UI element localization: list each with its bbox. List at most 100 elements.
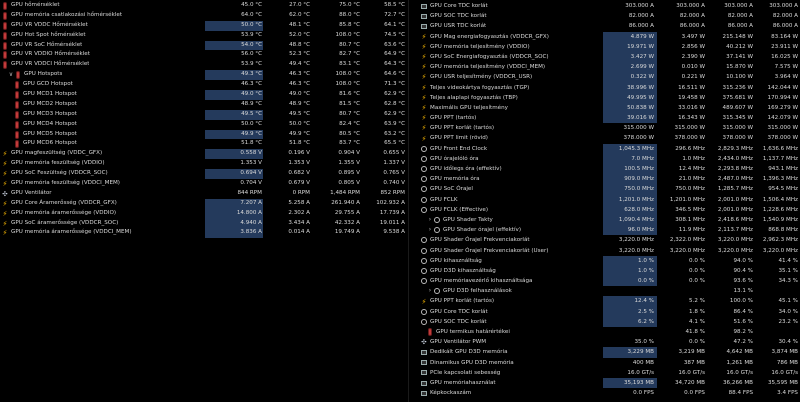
- sensor-row[interactable]: ∨ GPU Hotspots 49.3 °C 46.3 °C 108.0 °C 64.6 …: [0, 70, 408, 81]
- sensor-name: GPU USR teljesítmény (VDDCR_USR): [430, 74, 533, 81]
- max-value: 51.6 %: [733, 318, 753, 325]
- sensor-row[interactable]: GPU USR TDC korlát 86.000 A 86.000 A 86.000…: [419, 21, 800, 31]
- current-value: 7.0 MHz: [631, 155, 654, 162]
- sensor-row[interactable]: GPU GCD Hotspot 46.3 °C 46.3 °C 108.0 °C 71.…: [0, 80, 408, 90]
- sensor-row[interactable]: Képkockaszám 0.0 FPS 0.0 FPS 88.4 FPS 3.4 FP…: [419, 388, 800, 398]
- sensor-row[interactable]: ⚡ GPU USR teljesítmény (VDDCR_USR) 0.322 W…: [419, 72, 800, 83]
- chevron-right-icon[interactable]: ›: [427, 217, 433, 223]
- sensor-row[interactable]: ⚡ GPU magfeszültség (VDDC_GFX) 0.558 V 0.19…: [0, 149, 408, 160]
- sensor-row[interactable]: ✣ GPU Ventilátor 844 RPM 0 RPM 1,484 RPM 852 …: [0, 189, 408, 199]
- sensor-row[interactable]: ⚡ GPU memória feszültség (VDDCI_MEM) 0.704…: [0, 179, 408, 189]
- sensor-row[interactable]: › GPU Shader órajel (effektív) 96.0 MHz 11.…: [419, 225, 800, 236]
- sensor-row[interactable]: ⚡ GPU memória teljesítmény (VDDCI_MEM) 2.6…: [419, 62, 800, 73]
- sensor-row[interactable]: GPU VR SoC Hőmérséklet 54.0 °C 48.8 °C 80.7…: [0, 40, 408, 51]
- sensor-row[interactable]: GPU MCD6 Hotspot 51.8 °C 51.8 °C 83.7 °C 65.…: [0, 139, 408, 149]
- sensor-row[interactable]: Dedikált GPU D3D memória 3,229 MB 3,219 MB…: [419, 347, 800, 358]
- sensor-row[interactable]: GPU hőmérséklet 45.0 °C 27.0 °C 75.0 °C 58.5…: [0, 1, 408, 11]
- thermometer-icon: [427, 329, 433, 336]
- sensor-row[interactable]: GPU Shader Órajel Frekvenciakorlát 3,220.…: [419, 235, 800, 245]
- current-value: 0.704 V: [240, 180, 262, 187]
- sensor-row[interactable]: GPU memóriavezérlő kihasználtsága 0.0 % 0.…: [419, 276, 800, 287]
- sensor-row[interactable]: ⚡ GPU PPT korlát (tartós) 315.000 W 315.000…: [419, 123, 800, 133]
- sensor-row[interactable]: ⚡ Teljes videokártya fogyasztás (TGP) 38.9…: [419, 82, 800, 93]
- sensor-row[interactable]: ⚡ GPU Core Áramerősség (VDDCR_GFX) 7.207 A…: [0, 198, 408, 209]
- sensor-row[interactable]: GPU SOC TDC korlát 82.000 A 82.000 A 82.000…: [419, 11, 800, 21]
- sensor-row[interactable]: GPU memória óra 909.0 MHz 21.0 MHz 2,487.0 …: [419, 174, 800, 185]
- sensor-row[interactable]: GPU VR VDDIO Hőmérséklet 56.0 °C 52.3 °C 82…: [0, 50, 408, 60]
- avg-value: 64.6 °C: [384, 71, 405, 78]
- sensor-row[interactable]: ⚡ GPU PPT korlát (tartós) 12.4 % 5.2 % 100.0…: [419, 296, 800, 307]
- avg-value: 71.3 °C: [384, 81, 405, 88]
- sensor-row[interactable]: ⚡ GPU memória teljesítmény (VDDIO) 19.971 …: [419, 41, 800, 52]
- sensor-row[interactable]: GPU órajelóló óra 7.0 MHz 1.0 MHz 2,434.0 M…: [419, 153, 800, 164]
- sensor-name: GPU MCD4 Hotspot: [23, 120, 77, 127]
- sensor-row[interactable]: GPU Core TDC korlát 303.000 A 303.000 A 303…: [419, 1, 800, 11]
- sensor-row[interactable]: ⚡ GPU memória áramerőssége (VDDIO) 14.800 …: [0, 208, 408, 219]
- left-sensor-table[interactable]: GPU hőmérséklet 45.0 °C 27.0 °C 75.0 °C 58.5…: [0, 0, 408, 402]
- avg-value: 62.9 °C: [384, 110, 405, 117]
- sensor-name: Teljes alaplapi fogyasztás (TBP): [430, 94, 518, 101]
- sensor-row[interactable]: ✣ GPU Ventilátor PWM 35.0 % 0.0 % 47.2 % 30.4…: [419, 337, 800, 347]
- sensor-row[interactable]: GPU FCLK 1,201.0 MHz 1,201.0 MHz 2,001.0 MH…: [419, 194, 800, 205]
- sensor-row[interactable]: GPU MCD5 Hotspot 49.9 °C 49.9 °C 80.5 °C 63.…: [0, 129, 408, 140]
- sensor-row[interactable]: ⚡ GPU PPT limit (rövid) 378.000 W 378.000 W…: [419, 133, 800, 143]
- sensor-row[interactable]: GPU SoC Órajel 750.0 MHz 750.0 MHz 1,285.7 …: [419, 184, 800, 195]
- clock-icon: [421, 206, 427, 213]
- sensor-row[interactable]: GPU VR VDDCI Hőmérséklet 53.9 °C 49.4 °C 83…: [0, 60, 408, 70]
- sensor-row[interactable]: › GPU D3D felhasználások 13.1 %: [419, 286, 800, 296]
- sensor-row[interactable]: GPU időlegs óra (effektív) 100.5 MHz 12.4 …: [419, 164, 800, 175]
- min-value: 750.0 MHz: [675, 186, 705, 193]
- right-sensor-table[interactable]: GPU Core TDC korlát 303.000 A 303.000 A 303…: [419, 0, 800, 402]
- sensor-row[interactable]: GPU kihasználtság 1.0 % 0.0 % 94.0 % 41.4 %: [419, 255, 800, 266]
- sensor-row[interactable]: ⚡ Maximális GPU teljesítmény 50.838 W 33.01…: [419, 102, 800, 114]
- sensor-name: Képkockaszám: [430, 390, 472, 397]
- sensor-row[interactable]: GPU MCD2 Hotspot 48.9 °C 48.9 °C 81.5 °C 62.…: [0, 100, 408, 110]
- thermometer-icon: [14, 101, 20, 108]
- lightning-icon: ⚡: [421, 297, 427, 306]
- avg-value: 3,874 MB: [771, 349, 798, 356]
- max-value: 489.607 W: [722, 104, 753, 111]
- sensor-row[interactable]: ⚡ Teljes alaplapi fogyasztás (TBP) 49.995 …: [419, 92, 800, 103]
- sensor-row[interactable]: GPU Hot Spot hőmérséklet 53.9 °C 52.0 °C 10…: [0, 31, 408, 41]
- sensor-row[interactable]: GPU Front End Clock 1,045.3 MHz 296.6 MHz 2…: [419, 143, 800, 154]
- clock-icon: [421, 267, 427, 274]
- min-value: 1.8 %: [689, 308, 705, 315]
- lightning-icon: ⚡: [421, 53, 427, 62]
- sensor-row[interactable]: GPU MCD3 Hotspot 49.5 °C 49.5 °C 80.7 °C 62.…: [0, 109, 408, 120]
- chevron-down-icon[interactable]: ∨: [8, 72, 14, 78]
- sensor-row[interactable]: › GPU Shader Takty 1,090.4 MHz 308.1 MHz 2,4…: [419, 214, 800, 226]
- sensor-row[interactable]: GPU MCD1 Hotspot 49.0 °C 49.0 °C 81.6 °C 62.…: [0, 90, 408, 100]
- min-value: 46.3 °C: [289, 71, 310, 78]
- sensor-row[interactable]: ⚡ GPU PPT (tartós) 39.016 W 16.343 W 315.345…: [419, 113, 800, 124]
- max-value: 94.0 %: [733, 257, 753, 264]
- min-value: 4.1 %: [689, 318, 705, 325]
- sensor-row[interactable]: GPU D3D kihasználtság 1.0 % 0.0 % 90.4 % 35.…: [419, 265, 800, 277]
- chevron-right-icon[interactable]: ›: [427, 227, 433, 233]
- sensor-row[interactable]: GPU Core TDC korlát 2.5 % 1.8 % 86.4 % 34.0 …: [419, 306, 800, 317]
- avg-value: 41.4 %: [778, 257, 798, 264]
- max-value: 0.904 V: [338, 150, 360, 157]
- current-value: 3,229 MB: [627, 349, 654, 356]
- sensor-row[interactable]: ⚡ GPU memória feszültség (VDDIO) 1.353 V 1.…: [0, 159, 408, 169]
- sensor-row[interactable]: GPU Shader Órajel Frekvenciakorlát (User…: [419, 246, 800, 256]
- chevron-right-icon[interactable]: ›: [427, 288, 433, 294]
- sensor-row[interactable]: GPU termikus határértékei 41.8 % 98.2 %: [419, 327, 800, 337]
- sensor-name: GPU PPT (tartós): [430, 115, 477, 122]
- sensor-row[interactable]: GPU memória csatlakozási hőmérséklet 64.0…: [0, 11, 408, 21]
- sensor-row[interactable]: ⚡ GPU SoC Feszültség (VDDCR_SOC) 0.694 V 0.…: [0, 169, 408, 180]
- min-value: 0.0 %: [689, 339, 705, 346]
- sensor-row[interactable]: GPU SOC TDC korlát 6.2 % 4.1 % 51.6 % 23.2 %: [419, 316, 800, 327]
- sensor-row[interactable]: PCIe kapcsolati sebesség 16.0 GT/s 16.0 GT…: [419, 368, 800, 378]
- sensor-name: GPU Shader Órajel Frekvenciakorlát: [430, 237, 530, 244]
- sensor-row[interactable]: ⚡ GPU SoC áramerőssége (VDDCR_SOC) 4.940 A…: [0, 218, 408, 229]
- sensor-row[interactable]: ⚡ GPU SoC Energiafogyasztás (VDDCR_SOC) 3.…: [419, 51, 800, 63]
- current-value: 14.800 A: [236, 209, 262, 216]
- sensor-row[interactable]: GPU VR VDDC Hőmérséklet 50.0 °C 48.1 °C 85.…: [0, 20, 408, 31]
- sensor-row[interactable]: ⚡ GPU Mag energiafogyasztás (VDDCR_GFX) 4.…: [419, 31, 800, 42]
- sensor-row[interactable]: ⚡ GPU memória áramerőssége (VDDCI_MEM) 3.8…: [0, 228, 408, 239]
- sensor-row[interactable]: Dinamikus GPU D3D memória 400 MB 387 MB 1,2…: [419, 358, 800, 368]
- sensor-row[interactable]: GPU memóriahasználat 35,193 MB 34,720 MB 36…: [419, 377, 800, 389]
- sensor-row[interactable]: GPU MCD4 Hotspot 50.0 °C 50.0 °C 82.4 °C 63.…: [0, 120, 408, 130]
- sensor-row[interactable]: GPU FCLK (Effective) 628.0 MHz 346.5 MHz 2,…: [419, 204, 800, 215]
- clock-icon: [421, 145, 427, 152]
